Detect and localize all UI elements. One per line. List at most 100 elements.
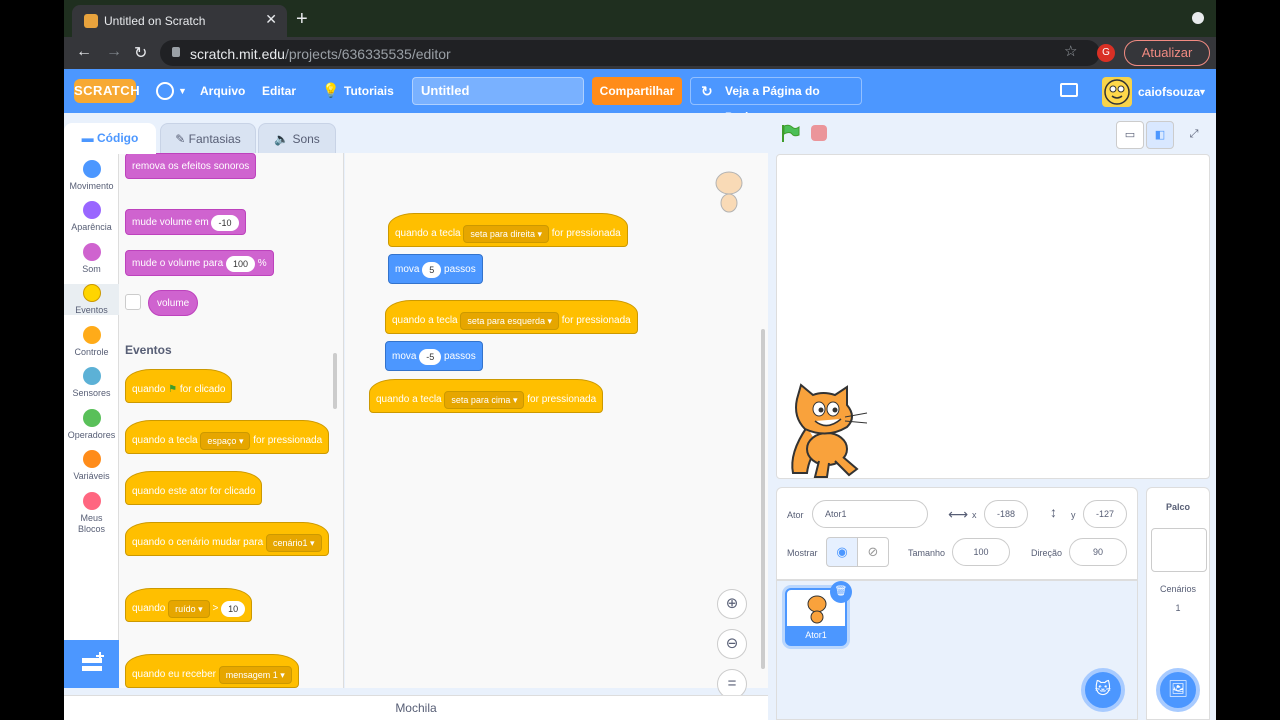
share-button[interactable]: Compartilhar	[592, 77, 682, 105]
steps-input[interactable]: 5	[422, 262, 442, 278]
tab-code[interactable]: ▬ Código	[64, 123, 156, 154]
key-dropdown[interactable]: seta para cima ▾	[444, 391, 525, 409]
choose-backdrop-button[interactable]: 🖼	[1156, 668, 1200, 712]
script-up-hat[interactable]: quando a tecla seta para cima ▾ for pres…	[369, 379, 604, 413]
address-bar[interactable]: scratch.mit.edu/projects/636335535/edito…	[160, 40, 1100, 66]
profile-avatar[interactable]: G	[1097, 44, 1115, 62]
forward-icon[interactable]: →	[106, 43, 122, 61]
add-extension-button[interactable]	[64, 640, 119, 688]
cat-face-icon: 🐱	[1094, 681, 1112, 698]
block-remove-sound-effects[interactable]: remova os efeitos sonoros	[125, 153, 257, 179]
sprite-thumbnail	[807, 595, 827, 624]
stage-thumbnail[interactable]	[1151, 528, 1207, 572]
category-som[interactable]: Som	[64, 243, 119, 274]
category-operadores[interactable]: Operadores	[64, 409, 119, 440]
code-workspace: quando a tecla seta para direita ▾ for p…	[345, 153, 768, 688]
category-label: Eventos	[75, 305, 108, 315]
block-input[interactable]: 100	[225, 256, 255, 272]
chevron-down-icon[interactable]: ▼	[1198, 87, 1207, 97]
stage-panel[interactable]: Palco Cenários 1 🖼	[1146, 487, 1210, 720]
dropdown-value: seta para cima	[451, 395, 511, 405]
reload-icon[interactable]: ↻	[134, 43, 147, 63]
zoom-out-button[interactable]: ⊖	[717, 629, 747, 659]
update-button[interactable]: Atualizar	[1124, 40, 1210, 66]
category-controle[interactable]: Controle	[64, 326, 119, 357]
block-when-i-receive[interactable]: quando eu receber mensagem 1 ▾	[125, 654, 299, 688]
category-aparencia[interactable]: Aparência	[64, 201, 119, 232]
menu-edit[interactable]: Editar	[262, 84, 296, 98]
tab-sounds[interactable]: 🔈 Sons	[258, 123, 336, 154]
delete-sprite-trash-icon[interactable]: 🗑	[830, 581, 852, 603]
category-meus-blocos[interactable]: Meus Blocos	[64, 492, 119, 535]
new-tab-icon[interactable]: +	[296, 8, 308, 31]
category-movimento[interactable]: Movimento	[64, 160, 119, 191]
brush-icon: ✎	[175, 132, 189, 146]
project-title-input[interactable]: Untitled	[412, 77, 584, 105]
category-variaveis[interactable]: Variáveis	[64, 450, 119, 481]
backpack-bar[interactable]: Mochila	[64, 695, 768, 720]
see-project-page-button[interactable]: ↻ Veja a Página do Projeto	[690, 77, 862, 124]
cat-sprite[interactable]	[779, 383, 871, 479]
green-flag-button[interactable]	[780, 124, 800, 142]
fullscreen-icon[interactable]: ⤢	[1180, 121, 1208, 149]
key-dropdown[interactable]: seta para direita ▾	[463, 225, 549, 243]
block-text: quando o cenário mudar para	[132, 537, 264, 548]
key-dropdown[interactable]: espaço ▾	[200, 432, 251, 450]
volume-checkbox[interactable]	[125, 294, 141, 310]
script-right-hat[interactable]: quando a tecla seta para direita ▾ for p…	[388, 213, 628, 247]
stop-button[interactable]	[811, 125, 827, 141]
my-stuff-folder-icon[interactable]	[1060, 83, 1078, 97]
block-when-key-pressed[interactable]: quando a tecla espaço ▾ for pressionada	[125, 420, 330, 454]
scratch-logo[interactable]: SCRATCH	[74, 79, 140, 103]
script-right-move[interactable]: mova 5 passos	[388, 254, 483, 284]
browser-tab[interactable]: Untitled on Scratch ✕	[72, 5, 287, 37]
stage[interactable]	[776, 154, 1210, 479]
browser-toolbar: ← → ↻ scratch.mit.edu/projects/636335535…	[64, 37, 1216, 69]
language-globe-icon[interactable]	[156, 82, 174, 100]
script-left-hat[interactable]: quando a tecla seta para esquerda ▾ for …	[385, 300, 638, 334]
block-set-volume[interactable]: mude o volume para 100 %	[125, 250, 274, 276]
hide-eye-slash-icon[interactable]: ⊘	[857, 537, 889, 567]
category-sensores[interactable]: Sensores	[64, 367, 119, 398]
block-input[interactable]: 10	[221, 601, 246, 617]
block-input[interactable]: -10	[211, 215, 239, 231]
y-input[interactable]: -127	[1083, 500, 1127, 528]
script-left-move[interactable]: mova -5 passos	[385, 341, 483, 371]
tab-search-icon[interactable]	[1192, 12, 1204, 24]
username[interactable]: caiofsouza	[1138, 85, 1200, 99]
block-volume-reporter[interactable]: volume	[148, 290, 199, 316]
x-input[interactable]: -188	[984, 500, 1028, 528]
back-icon[interactable]: ←	[76, 43, 92, 61]
show-visible-eye-icon[interactable]: ◉	[826, 537, 858, 567]
block-change-volume[interactable]: mude volume em -10	[125, 209, 246, 235]
zoom-in-button[interactable]: ⊕	[717, 589, 747, 619]
menu-file[interactable]: Arquivo	[200, 84, 245, 98]
palette-scrollbar[interactable]	[333, 353, 337, 409]
block-when-flag-clicked[interactable]: quando ⚑ for clicado	[125, 369, 233, 403]
close-tab-icon[interactable]: ✕	[265, 11, 277, 28]
user-avatar[interactable]	[1102, 77, 1132, 107]
block-when-sprite-clicked[interactable]: quando este ator for clicado	[125, 471, 263, 505]
menu-tutorials[interactable]: Tutoriais	[344, 84, 394, 98]
workspace-scrollbar[interactable]	[761, 329, 765, 669]
key-dropdown[interactable]: seta para esquerda ▾	[460, 312, 559, 330]
block-text: mova	[395, 264, 420, 275]
category-dot	[82, 450, 101, 468]
sprite-name-input[interactable]: Ator1	[812, 500, 928, 528]
backdrop-dropdown[interactable]: cenário1 ▾	[265, 534, 322, 552]
steps-input[interactable]: -5	[419, 349, 442, 365]
tab-costumes[interactable]: ✎ Fantasias	[160, 123, 256, 154]
normal-stage-button[interactable]: ◧	[1146, 121, 1174, 149]
bookmark-star-icon[interactable]: ☆	[1064, 42, 1077, 60]
choose-sprite-button[interactable]: 🐱	[1081, 668, 1125, 712]
category-eventos[interactable]: Eventos	[64, 284, 119, 315]
block-text: quando a tecla	[376, 394, 442, 405]
block-when-backdrop-switches[interactable]: quando o cenário mudar para cenário1 ▾	[125, 522, 329, 556]
direction-input[interactable]: 90	[1069, 538, 1127, 566]
sensor-dropdown[interactable]: ruído ▾	[168, 600, 210, 618]
message-dropdown[interactable]: mensagem 1 ▾	[218, 666, 292, 684]
block-when-greater-than[interactable]: quando ruído ▾ > 10	[125, 588, 253, 622]
size-input[interactable]: 100	[952, 538, 1010, 566]
sprite-info-panel: Ator Ator1 ⟷ x -188 ↕ y -127 Mostrar ◉ ⊘…	[776, 487, 1138, 580]
small-stage-button[interactable]: ▭	[1116, 121, 1144, 149]
